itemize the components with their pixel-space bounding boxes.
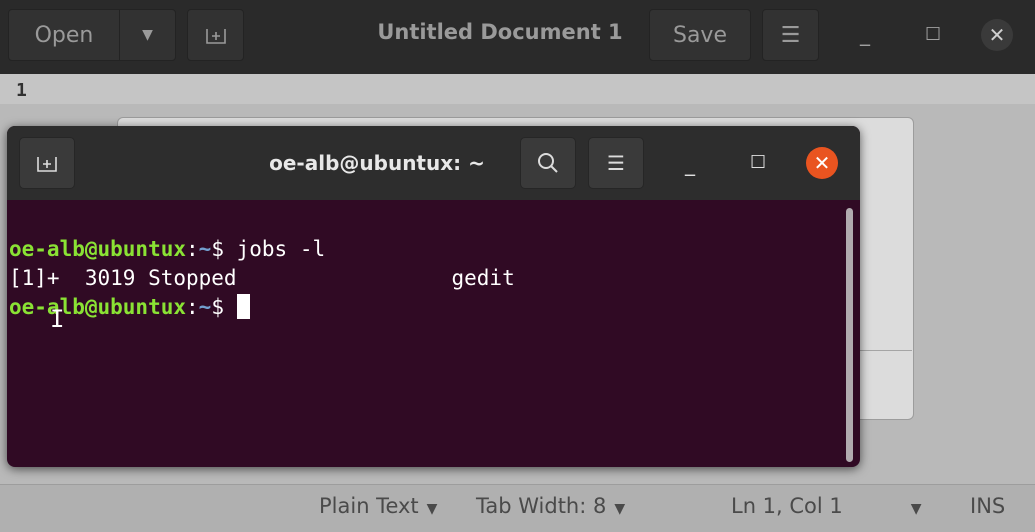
minimize-icon: _	[685, 152, 695, 176]
hamburger-menu-button[interactable]: ☰	[762, 9, 819, 61]
terminal-output[interactable]: oe-alb@ubuntux:~$ jobs -l [1]+ 3019 Stopp…	[9, 206, 515, 380]
hamburger-icon: ☰	[607, 151, 625, 175]
command-text: $	[211, 295, 237, 319]
prompt-separator: :	[186, 237, 199, 261]
new-tab-icon	[37, 157, 57, 172]
chevron-down-icon: ▼	[426, 501, 438, 517]
hamburger-icon: ☰	[780, 22, 801, 48]
open-menu-button[interactable]: ▼	[119, 9, 176, 61]
job-output: [1]+ 3019 Stopped gedit	[9, 266, 515, 290]
chevron-down-icon: ▼	[614, 501, 626, 517]
terminal-line: oe-alb@ubuntux:~$	[9, 293, 515, 322]
language-label: Plain Text	[319, 494, 419, 518]
minimize-icon: _	[860, 22, 870, 46]
chevron-down-icon: ▼	[142, 27, 153, 43]
prompt-path: ~	[198, 237, 212, 261]
text-cursor	[236, 294, 250, 319]
tab-width-selector[interactable]: Tab Width: 8 ▼	[476, 494, 625, 518]
prompt-path: ~	[198, 295, 212, 319]
maximize-icon: ☐	[925, 24, 942, 45]
open-label: Open	[34, 22, 94, 48]
close-icon: ✕	[813, 151, 831, 175]
terminal-window: oe-alb@ubuntux: ~ ☰ _ ☐ ✕ oe-alb@ubuntux…	[7, 126, 860, 467]
new-tab-button[interactable]	[187, 9, 244, 61]
mouse-ibeam-icon: I	[50, 305, 65, 333]
terminal-line: [1]+ 3019 Stopped gedit	[9, 264, 515, 293]
tab-width-label: Tab Width: 8	[476, 494, 607, 518]
terminal-menu-button[interactable]: ☰	[588, 137, 644, 189]
terminal-new-tab-button[interactable]	[19, 137, 75, 189]
close-icon: ✕	[988, 23, 1006, 47]
cursor-position-selector[interactable]: Ln 1, Col 1 ▼	[731, 494, 922, 518]
gedit-close-button[interactable]: ✕	[981, 19, 1013, 51]
save-button[interactable]: Save	[649, 9, 751, 61]
prompt-user: oe-alb@ubuntux	[9, 295, 187, 319]
minimize-button[interactable]: _	[860, 22, 870, 46]
terminal-search-button[interactable]	[520, 137, 576, 189]
terminal-scrollbar[interactable]	[846, 208, 853, 462]
command-text: $ jobs -l	[211, 237, 326, 261]
line-number: 1	[16, 80, 27, 101]
language-selector[interactable]: Plain Text ▼	[319, 494, 437, 518]
terminal-close-button[interactable]: ✕	[806, 147, 838, 179]
current-line-highlight	[0, 74, 1035, 104]
terminal-maximize-button[interactable]: ☐	[750, 152, 766, 173]
prompt-separator: :	[186, 295, 199, 319]
maximize-icon: ☐	[750, 152, 767, 173]
new-tab-icon	[205, 29, 226, 44]
insert-mode-indicator[interactable]: INS	[970, 494, 1005, 518]
cursor-position-label: Ln 1, Col 1	[731, 494, 843, 518]
save-label: Save	[672, 22, 727, 48]
search-icon	[538, 153, 558, 173]
maximize-button[interactable]: ☐	[925, 24, 941, 45]
terminal-minimize-button[interactable]: _	[685, 152, 695, 176]
terminal-title: oe-alb@ubuntux: ~	[269, 151, 485, 175]
prompt-user: oe-alb@ubuntux	[9, 237, 187, 261]
open-button[interactable]: Open	[8, 9, 120, 61]
terminal-line: oe-alb@ubuntux:~$ jobs -l	[9, 235, 515, 264]
chevron-down-icon: ▼	[910, 501, 922, 517]
document-title: Untitled Document 1	[377, 20, 623, 44]
